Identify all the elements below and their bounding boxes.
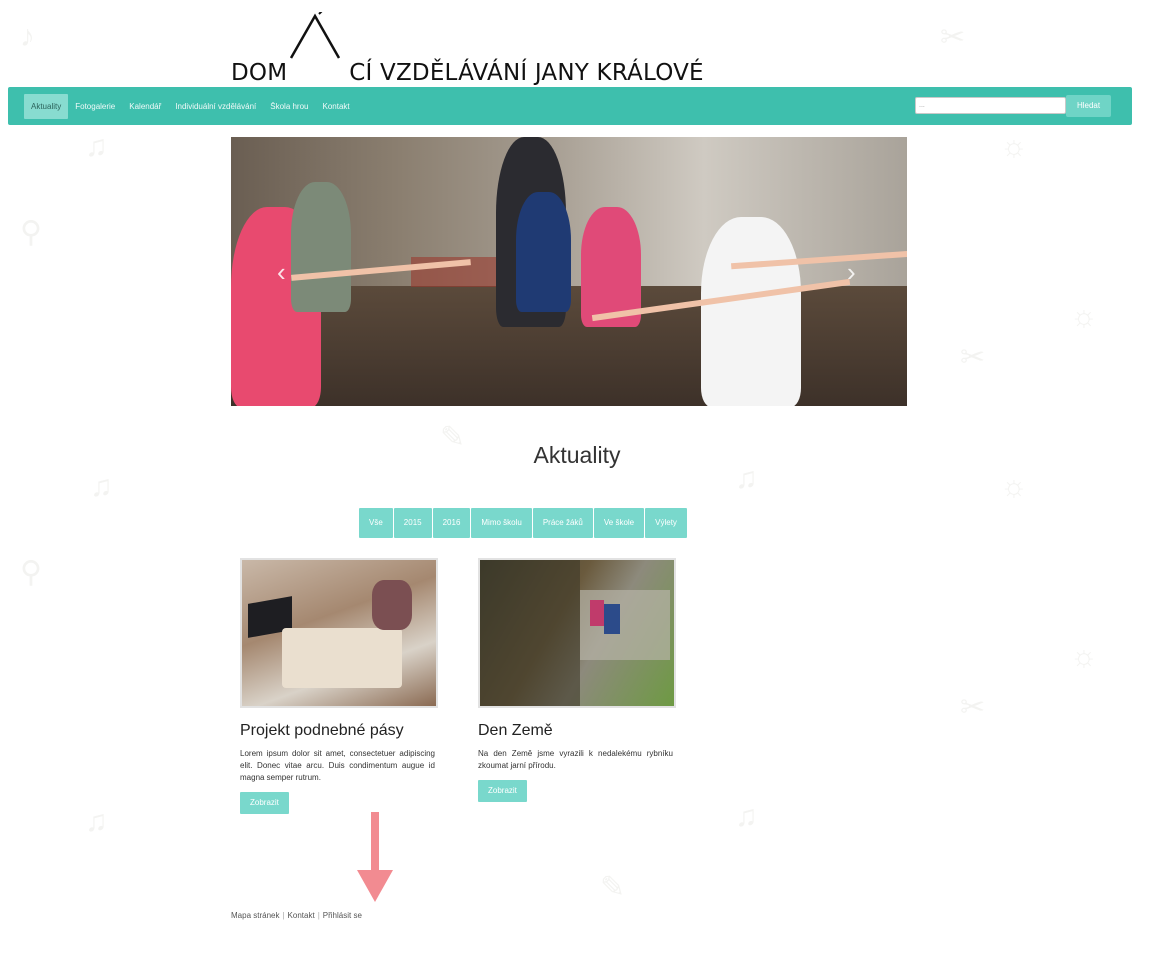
footer: Mapa stránek | Kontakt | Přihlásit se: [231, 911, 362, 920]
main-navbar: Aktuality Fotogalerie Kalendář Individuá…: [8, 87, 1132, 125]
article-card: Projekt podnebné pásy Lorem ipsum dolor …: [240, 558, 440, 814]
nav-item-kalendar[interactable]: Kalendář: [122, 94, 168, 119]
search-button[interactable]: Hledat: [1066, 95, 1111, 117]
article-card: Den Země Na den Země jsme vyrazili k ned…: [478, 558, 678, 802]
filter-ve-skole[interactable]: Ve škole: [593, 508, 645, 538]
chevron-right-icon[interactable]: ›: [847, 257, 856, 288]
filter-vse[interactable]: Vše: [359, 508, 393, 538]
nav-item-skola-hrou[interactable]: Škola hrou: [263, 94, 315, 119]
nav-item-aktuality[interactable]: Aktuality: [24, 94, 69, 119]
nav-menu: Aktuality Fotogalerie Kalendář Individuá…: [24, 94, 357, 119]
filter-prace-zaku[interactable]: Práce žáků: [532, 508, 593, 538]
chevron-left-icon[interactable]: ‹: [277, 257, 286, 288]
nav-item-kontakt[interactable]: Kontakt: [316, 94, 357, 119]
article-excerpt: Na den Země jsme vyrazili k nedalekému r…: [478, 749, 673, 770]
search-input[interactable]: ...: [915, 97, 1066, 114]
nav-item-individualni-vzdelavani[interactable]: Individuální vzdělávání: [168, 94, 263, 119]
article-excerpt: Lorem ipsum dolor sit amet, consectetuer…: [240, 749, 435, 782]
hero-carousel-image: ‹ ›: [231, 137, 907, 406]
filter-mimo-skolu[interactable]: Mimo školu: [471, 508, 532, 538]
footer-link-contact[interactable]: Kontakt: [288, 911, 315, 920]
filter-bar: Vše 2015 2016 Mimo školu Práce žáků Ve š…: [359, 508, 688, 538]
logo-text-part2: CÍ VZDĚLÁVÁNÍ JANY KRÁLOVÉ: [349, 60, 704, 86]
article-title[interactable]: Den Země: [478, 722, 678, 740]
arrow-down-icon: [357, 812, 393, 902]
footer-link-login[interactable]: Přihlásit se: [323, 911, 362, 920]
article-thumbnail[interactable]: [478, 558, 676, 708]
article-title[interactable]: Projekt podnebné pásy: [240, 722, 440, 740]
article-thumbnail[interactable]: [240, 558, 438, 708]
house-roof-icon: [289, 12, 341, 59]
show-article-button[interactable]: Zobrazit: [240, 792, 289, 814]
show-article-button[interactable]: Zobrazit: [478, 780, 527, 802]
filter-2016[interactable]: 2016: [432, 508, 471, 538]
filter-vylety[interactable]: Výlety: [645, 508, 687, 538]
filter-2015[interactable]: 2015: [393, 508, 432, 538]
nav-item-fotogalerie[interactable]: Fotogalerie: [68, 94, 122, 119]
footer-link-sitemap[interactable]: Mapa stránek: [231, 911, 279, 920]
logo-text-part1: DOM: [231, 60, 288, 86]
page-title: Aktuality: [533, 442, 621, 468]
